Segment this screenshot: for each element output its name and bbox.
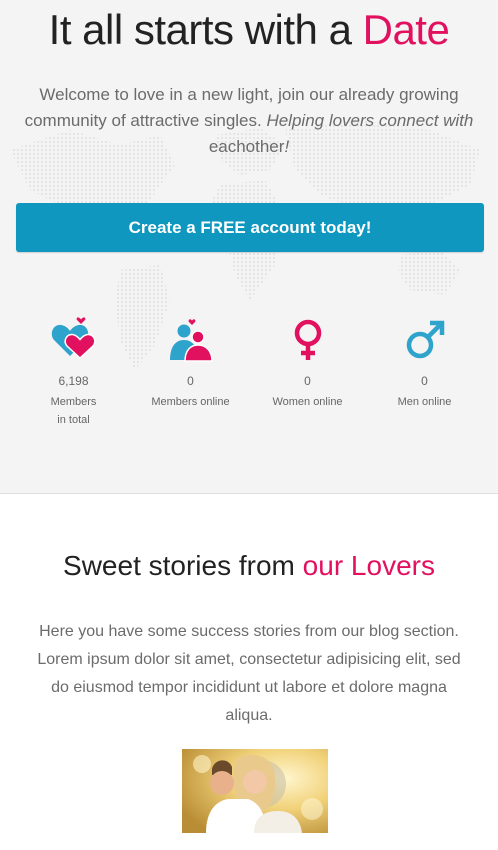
stories-title-accent: our Lovers (302, 550, 435, 581)
stories-title-prefix: Sweet stories from (63, 550, 303, 581)
stat-women-online: 0 Women online (249, 316, 366, 411)
couple-photo[interactable] (182, 749, 328, 833)
hero-title: It all starts with a Date (0, 6, 498, 54)
female-symbol-icon (294, 319, 321, 360)
hero-subtitle-italic: Helping lovers connect with (266, 111, 474, 130)
stat-members-online: 0 Members online (132, 316, 249, 411)
stat-label: Men online (397, 396, 452, 408)
stat-label: Members in total (50, 396, 97, 426)
couple-icon (169, 319, 213, 362)
stat-men-online: 0 Men online (366, 316, 483, 411)
stat-value: 0 (304, 374, 311, 388)
member-stats: 6,198 Members in total 0 Members online … (15, 316, 483, 436)
stories-title: Sweet stories from our Lovers (0, 550, 498, 582)
create-account-button[interactable]: Create a FREE account today! (16, 203, 484, 252)
hero-title-prefix: It all starts with a (48, 6, 363, 53)
hero-subtitle-end: eachother (208, 137, 285, 156)
hero-section: It all starts with a Date Welcome to lov… (0, 0, 498, 494)
hero-subtitle-exclaim: ! (284, 137, 290, 156)
hero-subtitle: Welcome to love in a new light, join our… (18, 82, 480, 160)
male-symbol-icon (406, 320, 444, 359)
stat-label: Women online (272, 396, 343, 408)
stat-value: 0 (187, 374, 194, 388)
stat-value: 6,198 (58, 374, 89, 388)
stories-description: Here you have some success stories from … (37, 623, 461, 724)
hero-title-accent: Date (362, 6, 450, 53)
stat-value: 0 (421, 374, 428, 388)
stat-label: Members online (151, 396, 230, 408)
stories-section: Sweet stories from our Lovers Here you h… (0, 494, 498, 850)
stat-members-total: 6,198 Members in total (15, 316, 132, 429)
hearts-icon (51, 317, 95, 360)
